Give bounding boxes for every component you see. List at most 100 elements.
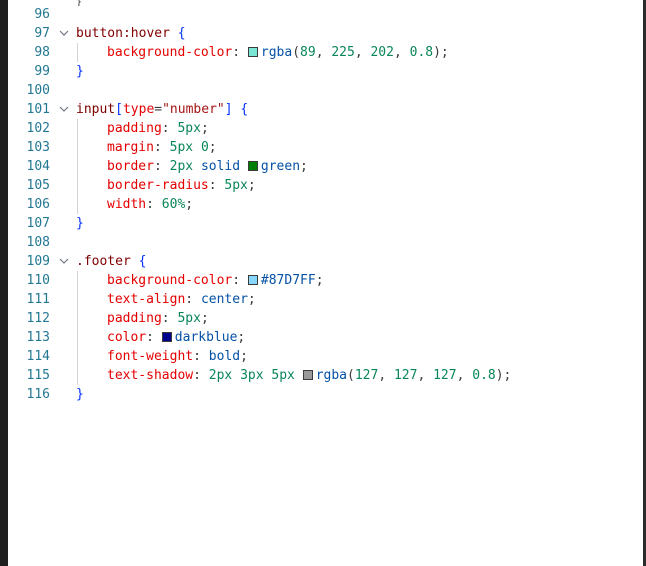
code-text: }: [76, 62, 84, 81]
code-line[interactable]: 111 text-align: center;: [8, 290, 643, 309]
code-token: text-align: [107, 292, 186, 307]
code-line[interactable]: 114 font-weight: bold;: [8, 347, 643, 366]
indent-guide: [77, 271, 78, 385]
code-line[interactable]: 100: [8, 81, 643, 100]
code-line[interactable]: 97 button:hover {: [8, 24, 643, 43]
code-token: width: [107, 197, 147, 212]
color-swatch[interactable]: [161, 332, 172, 342]
line-number: 114: [26, 349, 50, 364]
line-number: 111: [26, 292, 50, 307]
line-number: 112: [26, 311, 50, 326]
code-token: :: [153, 140, 170, 155]
code-token: darkblue: [174, 330, 238, 345]
line-number: 98: [34, 45, 50, 60]
line-number: 99: [34, 64, 50, 79]
code-token: 225: [331, 45, 355, 60]
code-token: 3px: [240, 368, 264, 383]
fold-chevron-icon[interactable]: [58, 100, 70, 119]
code-text: width: 60%;: [107, 195, 193, 214]
code-line[interactable]: 104 border: 2px solid green;: [8, 157, 643, 176]
code-line[interactable]: 107}: [8, 214, 643, 233]
code-text: padding: 5px;: [107, 119, 209, 138]
line-number: 113: [26, 330, 50, 345]
code-token: 5px: [169, 140, 194, 155]
code-line[interactable]: 113 color: darkblue;: [8, 328, 643, 347]
code-text: color: darkblue;: [107, 328, 245, 347]
code-token: :: [153, 159, 170, 174]
code-line[interactable]: 99}: [8, 62, 643, 81]
indent-guide: [77, 43, 78, 62]
code-token: }: [76, 216, 84, 231]
line-number: 115: [26, 368, 50, 383]
code-token: 0: [200, 140, 209, 155]
code-text: text-align: center;: [107, 290, 256, 309]
code-line[interactable]: 112 padding: 5px;: [8, 309, 643, 328]
code-line[interactable]: 102 padding: 5px;: [8, 119, 643, 138]
code-token: ,: [456, 368, 473, 383]
code-token: {: [240, 102, 249, 117]
fold-chevron-icon[interactable]: [58, 252, 70, 271]
code-token: center: [200, 292, 248, 307]
code-token: font-weight: [107, 349, 194, 364]
code-line[interactable]: 115 text-shadow: 2px 3px 5px rgba(127, 12…: [8, 366, 643, 385]
code-token: );: [495, 368, 512, 383]
code-token: rgba: [260, 45, 293, 60]
code-editor[interactable]: } 96 97 button:hover {98 background-color: …: [0, 0, 646, 566]
code-token: input: [76, 102, 116, 117]
code-line[interactable]: 108: [8, 233, 643, 252]
code-line[interactable]: 109 .footer {: [8, 252, 643, 271]
fold-chevron-icon[interactable]: [58, 24, 70, 43]
code-token: );: [433, 45, 449, 60]
code-line[interactable]: 106 width: 60%;: [8, 195, 643, 214]
code-token: background-color: [107, 45, 233, 60]
line-number: 97: [34, 26, 50, 41]
line-number: 102: [26, 121, 50, 136]
code-line[interactable]: 116}: [8, 385, 643, 404]
code-text: .footer {: [76, 252, 146, 271]
code-token: ,: [393, 45, 410, 60]
code-line[interactable]: 96: [8, 5, 643, 24]
code-token: border-radius: [107, 178, 209, 193]
code-token: #87D7FF: [260, 273, 316, 288]
code-line[interactable]: 105 border-radius: 5px;: [8, 176, 643, 195]
code-token: [: [115, 102, 123, 117]
code-line[interactable]: 103 margin: 5px 0;: [8, 138, 643, 157]
code-line[interactable]: 101 input[type="number"] {: [8, 100, 643, 119]
code-line[interactable]: 98 background-color: rgba(89, 225, 202, 0…: [8, 43, 643, 62]
code-text: text-shadow: 2px 3px 5px rgba(127, 127, …: [107, 366, 511, 385]
code-token: border: [107, 159, 154, 174]
code-token: green: [260, 159, 301, 174]
line-number: 103: [26, 140, 50, 155]
code-lines[interactable]: 96 97 button:hover {98 background-color: rg…: [8, 5, 643, 404]
code-token: 60%: [161, 197, 186, 212]
indent-guide: [77, 119, 78, 214]
code-token: ,: [354, 45, 371, 60]
code-token: ;: [247, 292, 256, 307]
code-text: input[type="number"] {: [76, 100, 248, 119]
line-number: 110: [26, 273, 50, 288]
code-token: :: [208, 178, 225, 193]
code-token: 127: [433, 368, 457, 383]
color-swatch[interactable]: [247, 161, 258, 171]
code-token: 127: [354, 368, 379, 383]
color-swatch[interactable]: [302, 370, 313, 380]
code-text: border-radius: 5px;: [107, 176, 256, 195]
code-token: (: [347, 368, 355, 383]
code-token: :: [161, 121, 178, 136]
code-token: ;: [247, 178, 256, 193]
code-token: "number": [162, 102, 225, 117]
code-token: text-shadow: [107, 368, 194, 383]
code-token: 5px: [271, 368, 295, 383]
code-line[interactable]: 110 background-color: #87D7FF;: [8, 271, 643, 290]
code-token: button:hover: [76, 26, 170, 41]
color-swatch[interactable]: [247, 275, 258, 285]
code-text: background-color: #87D7FF;: [107, 271, 324, 290]
color-swatch[interactable]: [247, 47, 258, 57]
code-token: 127: [393, 368, 418, 383]
code-token: :: [185, 292, 201, 307]
